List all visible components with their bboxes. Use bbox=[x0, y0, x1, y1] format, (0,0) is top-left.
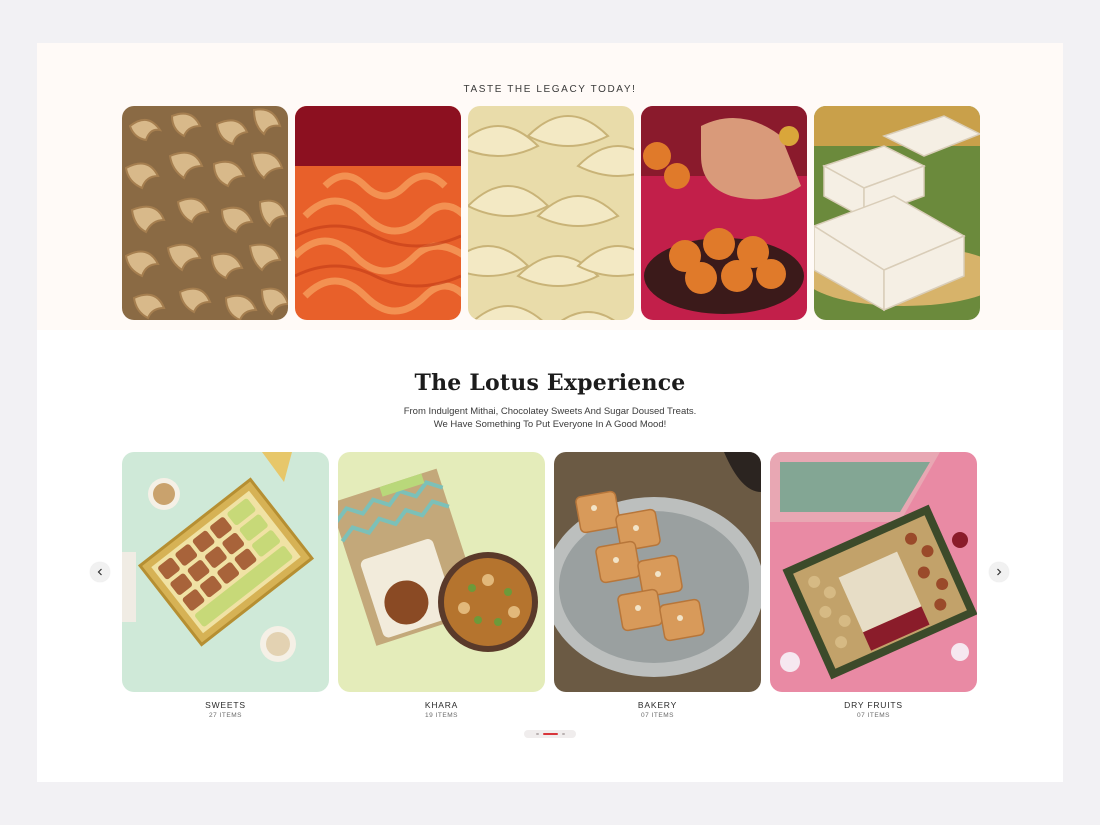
category-name: SWEETS bbox=[205, 700, 246, 710]
category-card-dry-fruits[interactable]: DRY FRUITS 07 ITEMS bbox=[770, 452, 977, 719]
lotus-title: The Lotus Experience bbox=[414, 370, 686, 396]
cashews-image[interactable] bbox=[122, 106, 288, 320]
category-count: 27 ITEMS bbox=[209, 712, 242, 719]
sweets-image[interactable] bbox=[122, 452, 329, 692]
category-count: 07 ITEMS bbox=[641, 712, 674, 719]
category-count: 07 ITEMS bbox=[857, 712, 890, 719]
chevron-right-icon bbox=[997, 568, 1002, 576]
jalebi-image[interactable] bbox=[295, 106, 461, 320]
dry-fruits-image[interactable] bbox=[770, 452, 977, 692]
category-carousel: SWEETS 27 ITEMS KHARA 19 ITEMS BAKERY 07… bbox=[122, 452, 977, 719]
category-card-sweets[interactable]: SWEETS 27 ITEMS bbox=[122, 452, 329, 719]
pagination-dot-active[interactable] bbox=[542, 733, 558, 735]
bakery-image[interactable] bbox=[554, 452, 761, 692]
category-card-khara[interactable]: KHARA 19 ITEMS bbox=[338, 452, 545, 719]
category-count: 19 ITEMS bbox=[425, 712, 458, 719]
legacy-title: TASTE THE LEGACY TODAY! bbox=[463, 84, 637, 95]
lotus-subtitle-line-1: From Indulgent Mithai, Chocolatey Sweets… bbox=[403, 406, 697, 417]
page: TASTE THE LEGACY TODAY! The Lotus Experi… bbox=[37, 43, 1063, 782]
carousel-pagination bbox=[524, 730, 576, 738]
lotus-subtitle: From Indulgent Mithai, Chocolatey Sweets… bbox=[37, 405, 1063, 431]
legacy-gallery bbox=[122, 106, 980, 320]
category-card-bakery[interactable]: BAKERY 07 ITEMS bbox=[554, 452, 761, 719]
legacy-section: TASTE THE LEGACY TODAY! bbox=[37, 43, 1063, 330]
laddoo-image[interactable] bbox=[641, 106, 807, 320]
barfi-image[interactable] bbox=[814, 106, 980, 320]
chevron-left-icon bbox=[97, 568, 102, 576]
carousel-next-button[interactable] bbox=[989, 562, 1009, 582]
category-name: KHARA bbox=[424, 700, 459, 710]
lotus-subtitle-line-2: We Have Something To Put Everyone In A G… bbox=[433, 419, 667, 430]
gujiya-image[interactable] bbox=[468, 106, 634, 320]
pagination-dot[interactable] bbox=[535, 733, 539, 735]
category-name: BAKERY bbox=[637, 700, 678, 710]
carousel-prev-button[interactable] bbox=[90, 562, 110, 582]
khara-image[interactable] bbox=[338, 452, 545, 692]
pagination-dot[interactable] bbox=[561, 733, 565, 735]
category-name: DRY FRUITS bbox=[844, 700, 903, 710]
